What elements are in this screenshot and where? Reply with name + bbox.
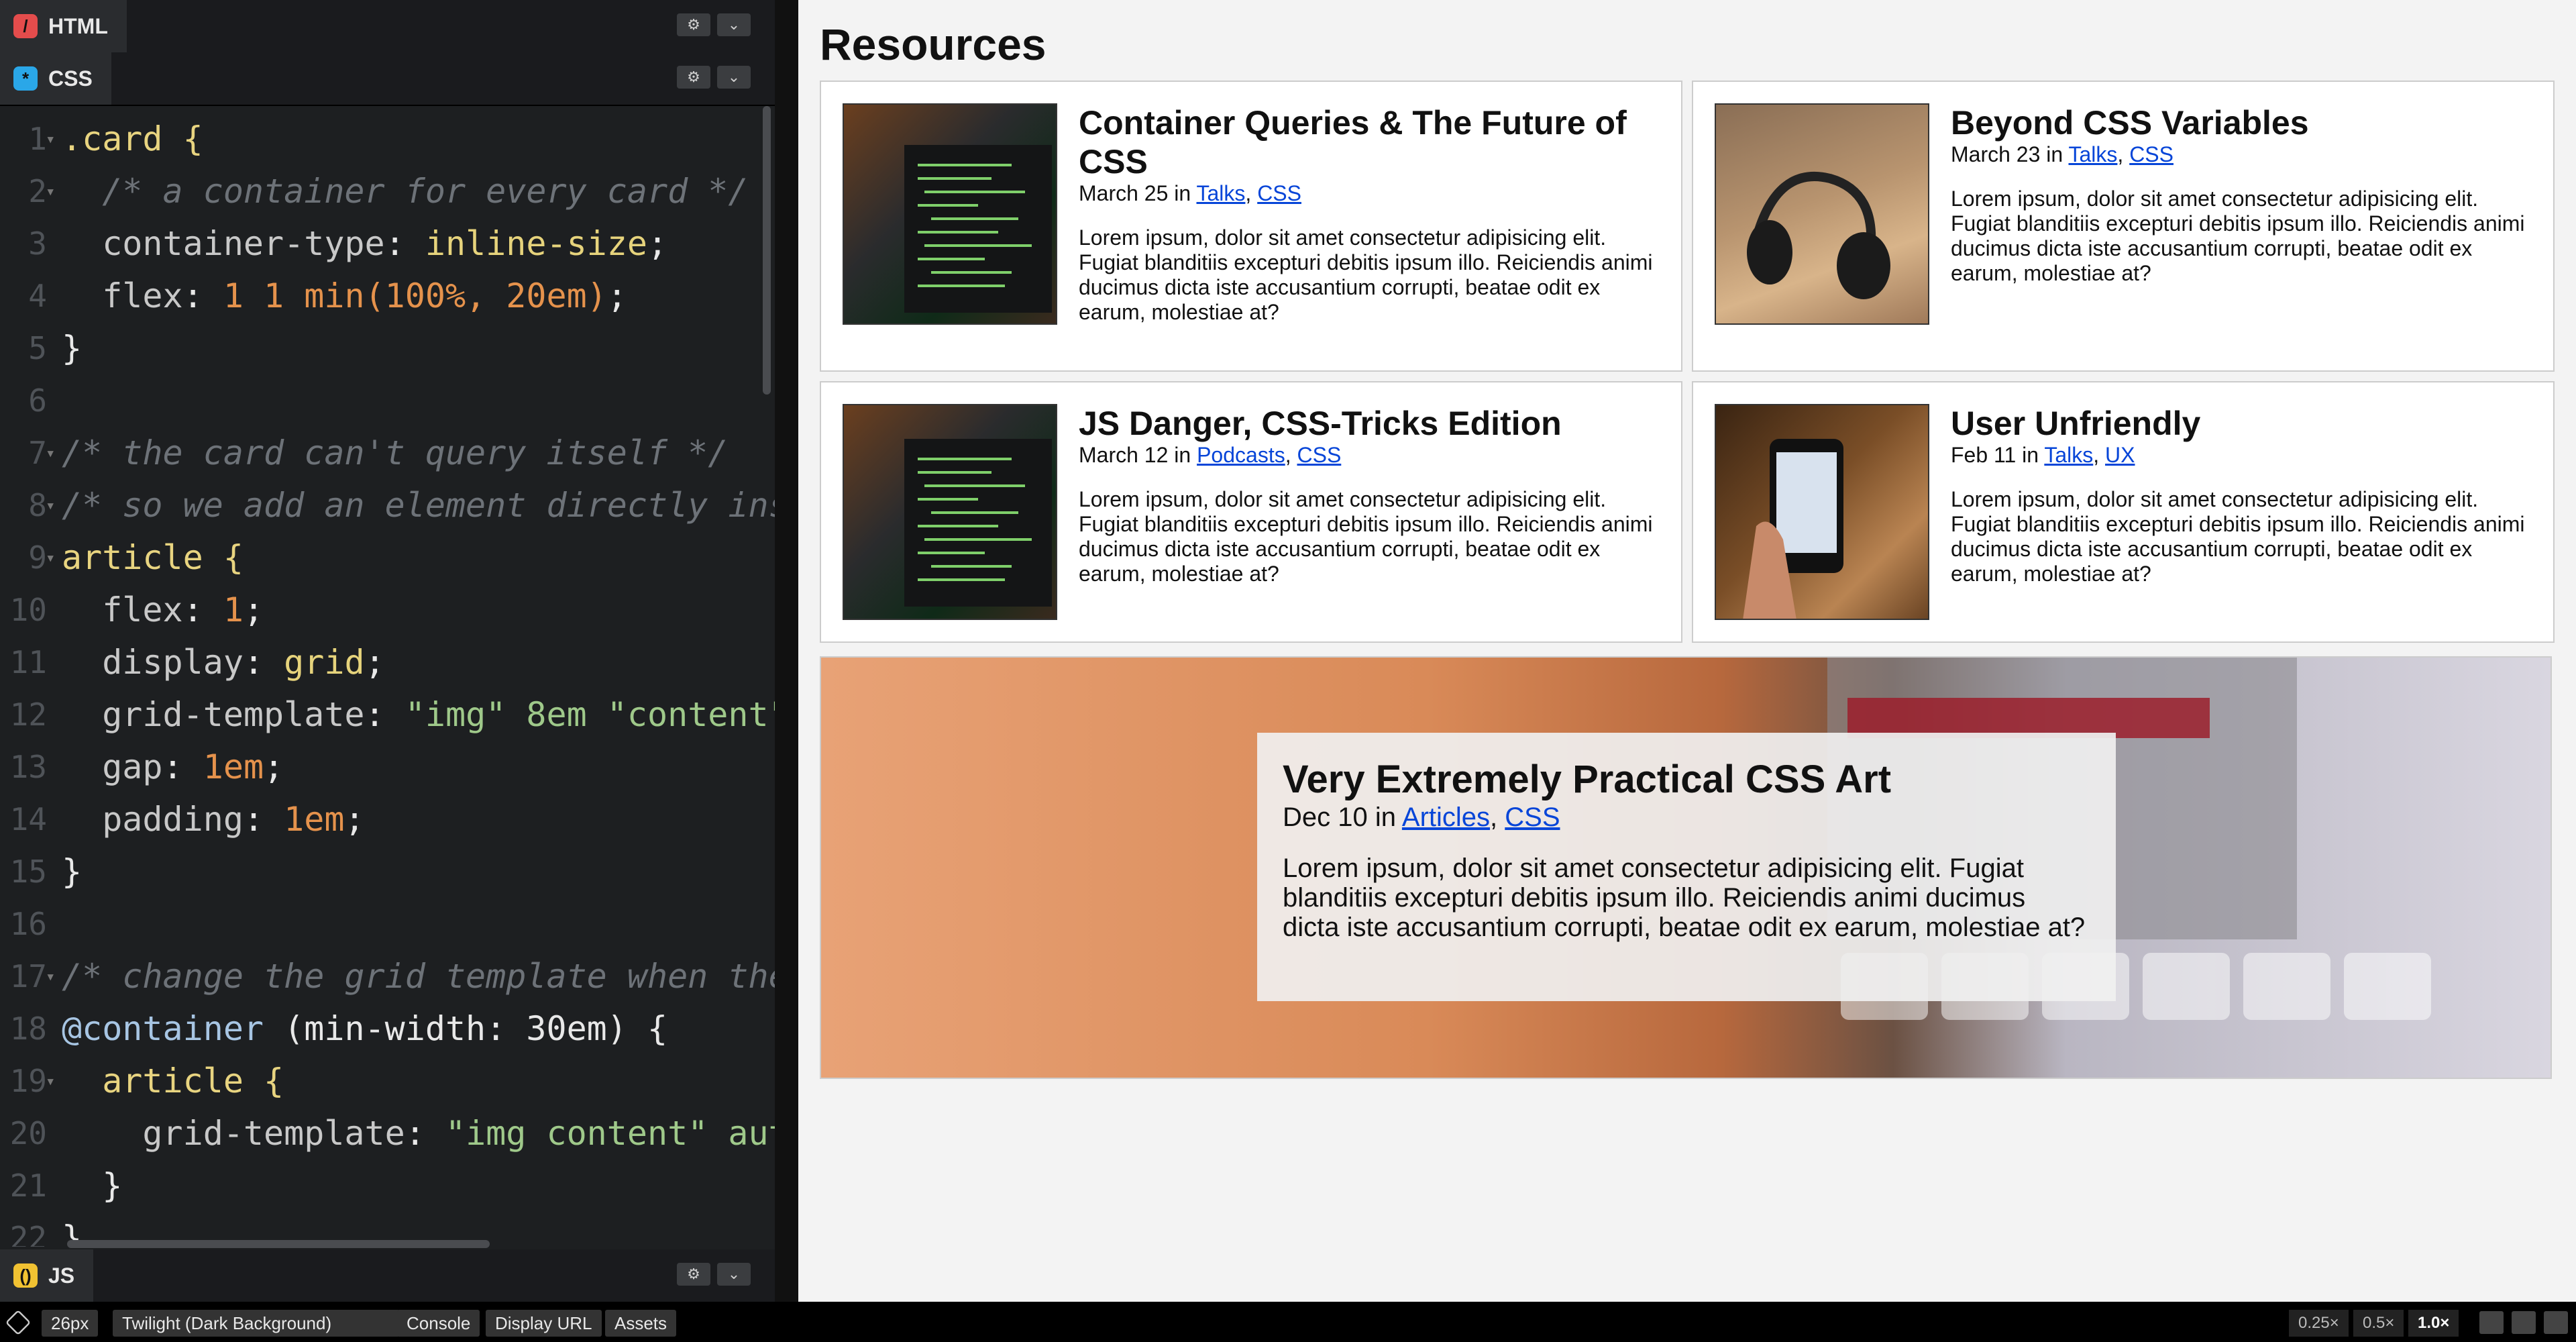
card-thumbnail [1715, 404, 1929, 620]
tag-link[interactable]: Talks [1197, 181, 1246, 205]
gear-icon[interactable]: ⚙ [677, 1263, 710, 1286]
card-title: Beyond CSS Variables [1951, 104, 2309, 142]
card-thumbnail [1715, 103, 1929, 325]
page-title: Resources [820, 19, 1046, 69]
chevron-down-icon[interactable]: ⌄ [717, 1263, 751, 1286]
card-title: Container Queries & The Future of CSS [1079, 104, 1627, 180]
horizontal-scrollbar[interactable] [67, 1240, 490, 1248]
tag-link[interactable]: CSS [1297, 443, 1341, 467]
headphones-icon [1747, 171, 1890, 299]
card-body: Lorem ipsum, dolor sit amet consectetur … [1951, 187, 2525, 285]
hero-meta: Dec 10 in Articles, CSS [1283, 803, 1560, 832]
zoom-05-button[interactable]: 0.5× [2353, 1310, 2404, 1337]
card-meta: March 23 in Talks, CSS [1951, 142, 2174, 166]
card-title: User Unfriendly [1951, 405, 2201, 442]
codepen-logo-icon[interactable] [5, 1309, 32, 1336]
tag-link[interactable]: CSS [2129, 142, 2174, 166]
fold-icon[interactable]: ▾ [46, 113, 55, 165]
html-controls: ⚙ ⌄ [677, 13, 751, 36]
tab-css[interactable]: * CSS [0, 52, 111, 105]
display-url-button[interactable]: Display URL [486, 1310, 602, 1337]
card-body: Lorem ipsum, dolor sit amet consectetur … [1079, 225, 1653, 324]
card-thumbnail [843, 103, 1057, 325]
css-icon: * [13, 66, 38, 91]
card-container-queries: Container Queries & The Future of CSS Ma… [820, 81, 1682, 372]
gear-icon[interactable]: ⚙ [677, 66, 710, 89]
card-user-unfriendly: User Unfriendly Feb 11 in Talks, UX Lore… [1692, 381, 2555, 643]
code-screen-icon [904, 439, 1052, 607]
tag-link[interactable]: CSS [1505, 803, 1560, 832]
codepen-window: / HTML ⚙ ⌄ * CSS ⚙ ⌄ 1 ▾ .card { 2 ▾ /* a c… [0, 0, 2576, 1342]
code-screen-icon [904, 145, 1052, 313]
hero-overlay: Very Extremely Practical CSS Art Dec 10 … [1257, 733, 2116, 1001]
js-tabbar: () JS ⚙ ⌄ [0, 1249, 775, 1303]
js-controls: ⚙ ⌄ [677, 1263, 751, 1286]
card-body: Lorem ipsum, dolor sit amet consectetur … [1079, 487, 1653, 586]
tag-link[interactable]: Articles [1402, 803, 1490, 832]
tag-link[interactable]: CSS [1257, 181, 1301, 205]
card-title: JS Danger, CSS-Tricks Edition [1079, 405, 1562, 442]
fold-icon[interactable]: ▾ [46, 531, 55, 584]
tag-link[interactable]: Talks [2069, 142, 2118, 166]
layout-top-icon[interactable] [2512, 1311, 2536, 1334]
console-button[interactable]: Console [397, 1310, 480, 1337]
css-code-editor[interactable]: 1 ▾ .card { 2 ▾ /* a container for every ca… [0, 106, 775, 1247]
css-controls: ⚙ ⌄ [677, 66, 751, 89]
editor-panel: / HTML ⚙ ⌄ * CSS ⚙ ⌄ 1 ▾ .card { 2 ▾ /* a c… [0, 0, 799, 1303]
fold-icon[interactable]: ▾ [46, 427, 55, 479]
tag-link[interactable]: Talks [2044, 443, 2093, 467]
layout-right-icon[interactable] [2544, 1311, 2568, 1334]
css-tabbar: * CSS ⚙ ⌄ [0, 52, 775, 106]
hero-title: Very Extremely Practical CSS Art [1283, 758, 1892, 801]
tab-js[interactable]: () JS [0, 1249, 94, 1302]
chevron-down-icon[interactable]: ⌄ [717, 66, 751, 89]
phone-icon [1743, 439, 1843, 619]
assets-button[interactable]: Assets [605, 1310, 677, 1337]
card-js-danger: JS Danger, CSS-Tricks Edition March 12 i… [820, 381, 1682, 643]
card-body: Lorem ipsum, dolor sit amet consectetur … [1951, 487, 2525, 586]
card-beyond-css-variables: Beyond CSS Variables March 23 in Talks, … [1692, 81, 2555, 372]
card-css-art-hero: Very Extremely Practical CSS Art Dec 10 … [820, 656, 2552, 1079]
card-thumbnail [843, 404, 1057, 620]
zoom-025-button[interactable]: 0.25× [2289, 1310, 2349, 1337]
card-meta: March 12 in Podcasts, CSS [1079, 443, 1342, 467]
tab-js-label: JS [48, 1263, 75, 1288]
status-bar: 26px Twilight (Dark Background) Console … [0, 1302, 2576, 1342]
hero-body: Lorem ipsum, dolor sit amet consectetur … [1283, 854, 2086, 942]
preview-pane: Resources Container Queries & The Future… [798, 0, 2576, 1302]
tab-html[interactable]: / HTML [0, 0, 127, 52]
html-tabbar: / HTML ⚙ ⌄ [0, 0, 775, 54]
theme-select[interactable]: Twilight (Dark Background) [113, 1310, 400, 1337]
fold-icon[interactable]: ▾ [46, 479, 55, 531]
tag-link[interactable]: Podcasts [1197, 443, 1285, 467]
card-meta: Feb 11 in Talks, UX [1951, 443, 2135, 467]
js-icon: () [13, 1263, 38, 1288]
chevron-down-icon[interactable]: ⌄ [717, 13, 751, 36]
tab-html-label: HTML [48, 13, 108, 38]
tag-link[interactable]: UX [2105, 443, 2135, 467]
fold-icon[interactable]: ▾ [46, 165, 55, 217]
fold-icon[interactable]: ▾ [46, 1055, 55, 1107]
fold-icon[interactable]: ▾ [46, 950, 55, 1002]
card-meta: March 25 in Talks, CSS [1079, 181, 1301, 205]
zoom-1-button[interactable]: 1.0× [2408, 1310, 2459, 1337]
html-icon: / [13, 14, 38, 38]
vertical-scrollbar[interactable] [763, 106, 771, 395]
gear-icon[interactable]: ⚙ [677, 13, 710, 36]
layout-left-icon[interactable] [2479, 1311, 2504, 1334]
font-size-button[interactable]: 26px [42, 1310, 99, 1337]
tab-css-label: CSS [48, 66, 93, 91]
